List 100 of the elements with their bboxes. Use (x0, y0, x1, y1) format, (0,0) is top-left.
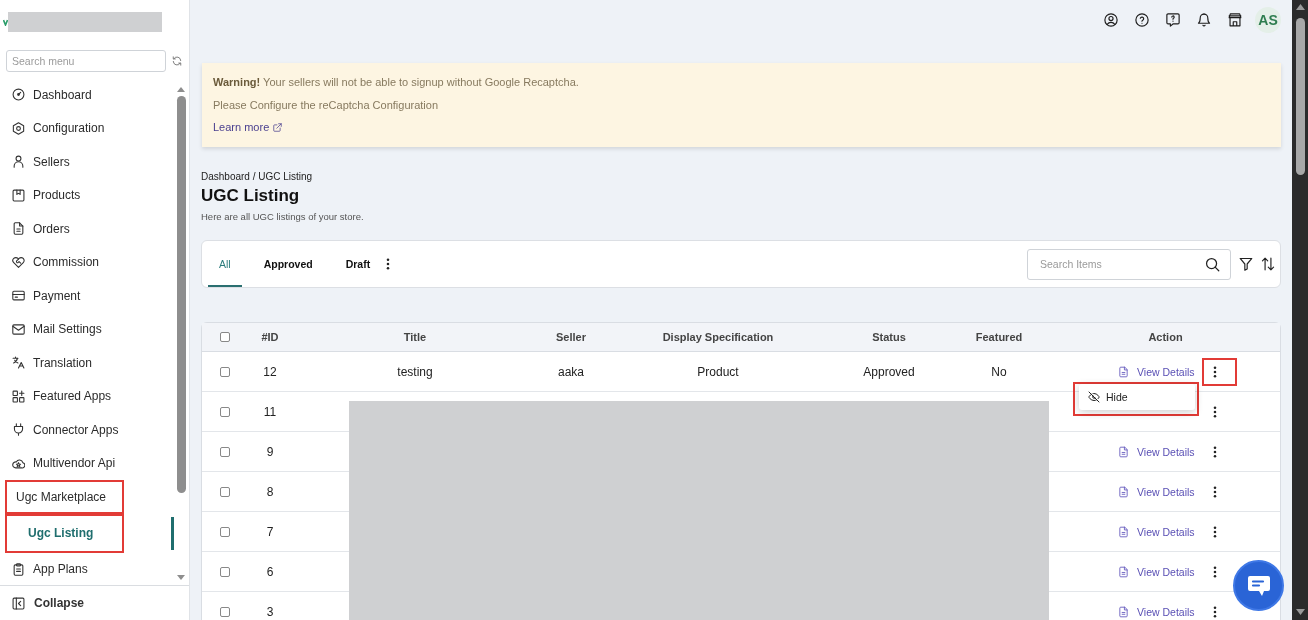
scrollbar-thumb[interactable] (1295, 18, 1305, 175)
document-icon (1118, 485, 1129, 498)
view-details-link[interactable]: View Details (1118, 565, 1195, 578)
warning-message: Warning! Your sellers will not be able to signup without Google Recaptcha. (213, 75, 580, 90)
sidebar-item[interactable]: Commission (5, 245, 170, 279)
settings-icon (12, 121, 25, 135)
logo-mark-icon (3, 18, 8, 26)
menu-item[interactable]: Hide (1079, 384, 1195, 410)
table-cell: 11 (247, 392, 293, 432)
user-circle-icon[interactable] (1104, 13, 1118, 27)
bell-icon[interactable] (1197, 13, 1211, 27)
table-cell: 8 (247, 472, 293, 512)
checkbox[interactable] (219, 526, 230, 537)
view-details-link[interactable]: View Details (1118, 485, 1195, 498)
document-icon (1118, 445, 1129, 458)
document-icon (1118, 605, 1129, 618)
sidebar-item[interactable]: Dashboard (5, 78, 170, 112)
table-cell: 7 (247, 512, 293, 552)
sidebar-item[interactable]: Payment (5, 279, 170, 313)
kebab-icon (1213, 605, 1217, 618)
sidebar-item[interactable]: Featured Apps (5, 379, 170, 413)
store-icon[interactable] (1228, 13, 1242, 27)
kebab-icon (1213, 445, 1217, 458)
sidebar-item[interactable]: Translation (5, 346, 170, 380)
table-cell: 12 (247, 352, 293, 392)
learn-more-link[interactable]: Learn more (213, 116, 283, 139)
sidebar-item[interactable]: Sellers (5, 145, 170, 179)
more-options-button[interactable] (1202, 357, 1237, 386)
tab[interactable]: Approved (252, 241, 324, 287)
checkbox[interactable] (219, 446, 230, 457)
column-header: Display Specification (605, 323, 831, 352)
box-icon (12, 188, 25, 202)
checkbox[interactable] (219, 486, 230, 497)
external-link-icon (273, 122, 283, 132)
sidebar-item[interactable]: Multivendor Api (5, 446, 170, 480)
sidebar-item[interactable]: Connector Apps (5, 413, 170, 447)
user-icon (12, 155, 25, 169)
apps-grid-icon (12, 389, 25, 403)
sidebar-item[interactable]: Mail Settings (5, 312, 170, 346)
filter-icon[interactable] (1239, 257, 1253, 271)
column-header: Title (293, 323, 537, 352)
checkbox[interactable] (219, 332, 230, 342)
sidebar-item[interactable]: Orders (5, 212, 170, 246)
breadcrumb: Dashboard / UGC Listing (201, 170, 314, 184)
table-cell: Product (605, 352, 831, 392)
view-details-link[interactable]: View Details (1118, 605, 1195, 618)
search-field[interactable]: Search menu (6, 50, 166, 72)
column-header: Featured (947, 323, 1051, 352)
scrollbar-thumb[interactable] (176, 96, 186, 493)
clipboard-icon (12, 562, 25, 576)
page-title: UGC Listing (201, 185, 301, 207)
scroll-up-arrow-icon[interactable] (177, 87, 185, 92)
checkbox[interactable] (219, 366, 230, 377)
sidebar-item[interactable]: App Plans (5, 552, 170, 586)
scroll-down-arrow-icon[interactable] (1295, 609, 1305, 615)
eye-off-icon (1088, 391, 1100, 403)
kebab-icon (1213, 365, 1217, 378)
refresh-icon[interactable] (172, 56, 182, 66)
search-field[interactable]: Search Items (1027, 248, 1231, 280)
sidebar-item[interactable]: Configuration (5, 111, 170, 145)
page-subtitle: Here are all UGC listings of your store. (201, 209, 365, 223)
avatar[interactable]: AS (1255, 7, 1281, 33)
page-scrollbar[interactable] (1292, 0, 1308, 620)
document-icon (1118, 525, 1129, 538)
checkbox[interactable] (219, 406, 230, 417)
column-header: #ID (247, 323, 293, 352)
view-details-link[interactable]: View Details (1118, 525, 1195, 538)
credit-card-icon (12, 289, 25, 303)
kebab-icon (1213, 405, 1217, 418)
sidebar-item[interactable]: Products (5, 178, 170, 212)
checkbox[interactable] (219, 566, 230, 577)
sort-icon[interactable] (1261, 257, 1275, 271)
kebab-icon (1213, 525, 1217, 538)
table-cell: Approved (831, 352, 947, 392)
view-details-link[interactable]: View Details (1118, 445, 1195, 458)
table-cell: No (947, 352, 1051, 392)
column-header: Seller (537, 323, 605, 352)
view-details-link[interactable]: View Details (1118, 365, 1195, 378)
checkbox[interactable] (219, 606, 230, 617)
sidebar-item[interactable]: Ugc Listing (5, 513, 124, 553)
document-icon (12, 222, 25, 236)
plug-icon (12, 423, 25, 437)
tab[interactable]: All (208, 241, 242, 287)
sidebar-collapse-icon (12, 596, 25, 610)
translate-icon (12, 356, 25, 370)
sidebar-item[interactable]: Ugc Marketplace (5, 480, 124, 514)
scroll-down-arrow-icon[interactable] (177, 575, 185, 580)
document-icon (1118, 565, 1129, 578)
chat-icon (1247, 575, 1270, 596)
table-cell: testing (293, 352, 537, 392)
help-icon[interactable] (1135, 13, 1149, 27)
search-icon (1205, 256, 1220, 272)
mail-icon (12, 322, 25, 336)
table-cell: aaka (537, 352, 605, 392)
scroll-up-arrow-icon[interactable] (1295, 4, 1305, 10)
gauge-icon (12, 88, 25, 102)
kebab-icon (1213, 565, 1217, 578)
tab[interactable]: Draft (334, 241, 382, 287)
question-message-icon[interactable] (1166, 13, 1180, 27)
document-icon (1118, 365, 1129, 378)
